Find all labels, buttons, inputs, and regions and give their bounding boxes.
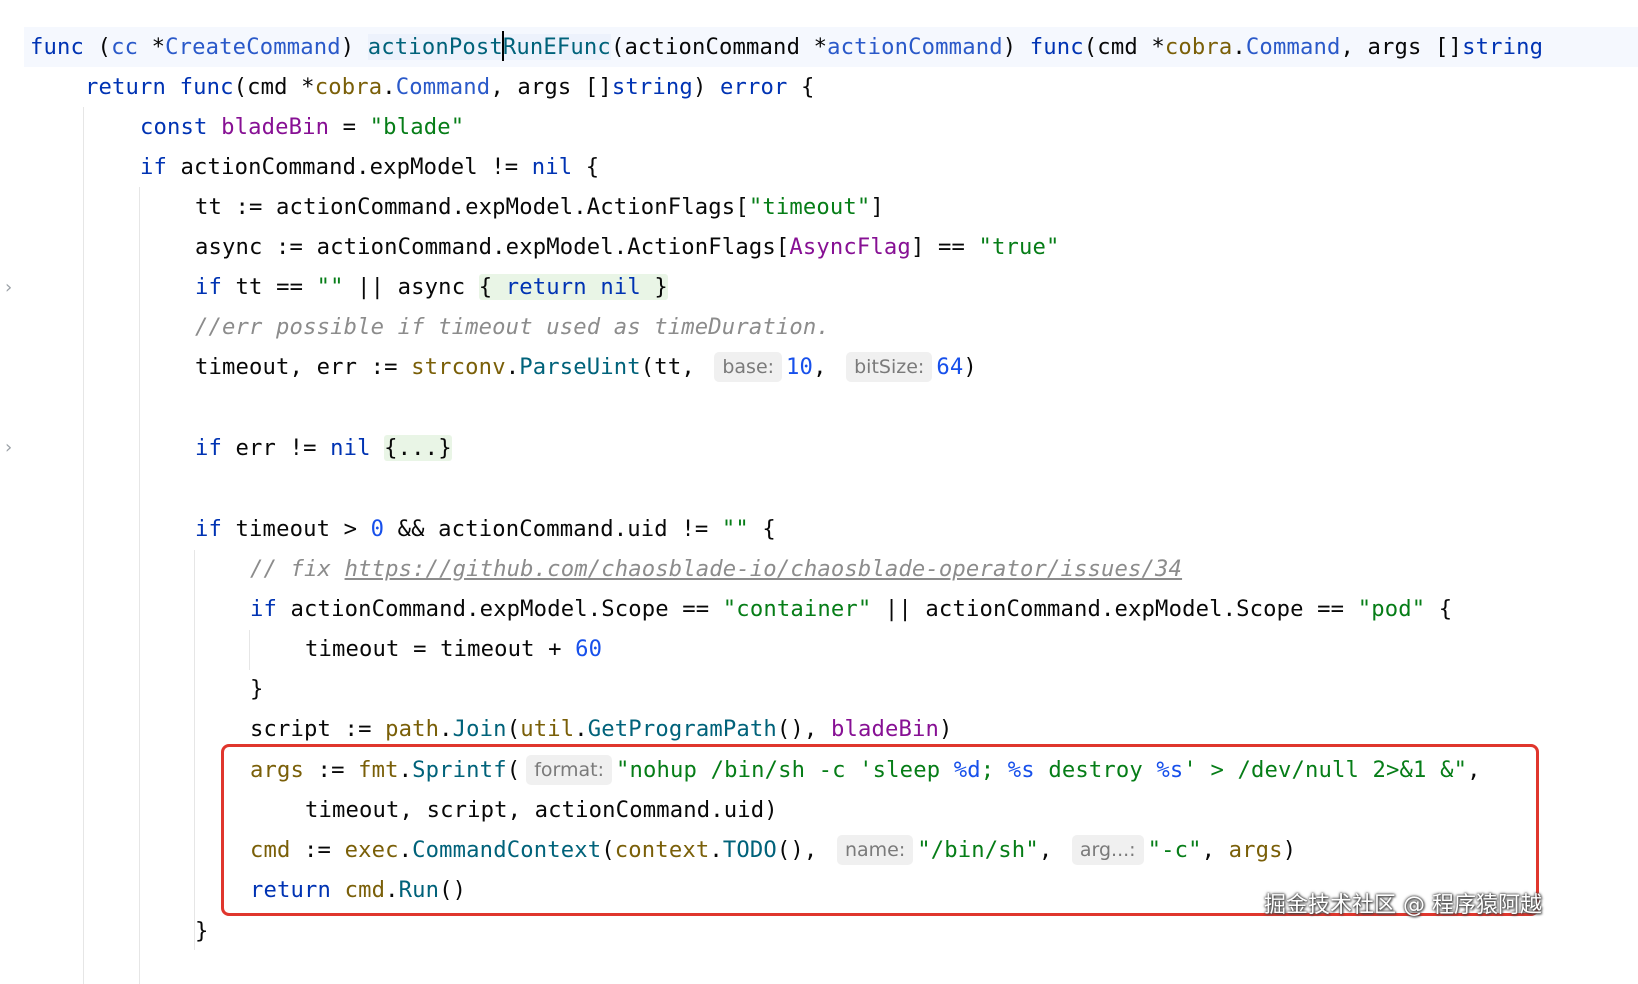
code-line-close-brace[interactable]: } [195,911,209,951]
fold-expand-icon[interactable]: › [5,278,12,298]
code-line-tt[interactable]: tt := actionCommand.expModel.ActionFlags… [195,187,884,227]
folded-block[interactable]: {...} [384,435,452,461]
code-line-fix-comment[interactable]: // fix https://github.com/chaosblade-io/… [250,549,1182,589]
code-line-if-scope[interactable]: if actionCommand.expModel.Scope == "cont… [250,589,1452,629]
code-line-parseuint[interactable]: timeout, err := strconv.ParseUint(tt, ba… [195,347,977,387]
code-line-const[interactable]: const bladeBin = "blade" [140,107,464,147]
code-line-func-signature[interactable]: func (cc *CreateCommand) actionPostRunEF… [30,27,1543,67]
indent-guide [139,187,140,984]
code-line-return-func[interactable]: return func(cmd *cobra.Command, args []s… [85,67,815,107]
indent-guide [83,107,84,984]
function-name[interactable]: actionPostRunEFunc [367,31,611,61]
code-line-script[interactable]: script := path.Join(util.GetProgramPath(… [250,709,953,749]
code-editor[interactable]: › › func (cc *CreateCommand) actionPostR… [0,0,1638,984]
code-line-comment[interactable]: //err possible if timeout used as timeDu… [195,307,830,347]
indent-guide [249,630,250,670]
fold-expand-icon[interactable]: › [5,438,12,458]
parameter-hint: base: [714,352,783,382]
folded-block[interactable]: { return nil } [478,274,668,300]
code-line-close-brace[interactable]: } [250,669,264,709]
parameter-hint: bitSize: [846,352,933,382]
watermark: 掘金技术社区 @ 程序猿阿越 [1264,893,1542,918]
indent-guide [194,550,195,950]
editor-gutter: › › [0,0,24,984]
issue-link[interactable]: https://github.com/chaosblade-io/chaosbl… [345,556,1183,582]
code-line-if-err[interactable]: if err != nil {...} [195,428,452,468]
code-line-if-timeout[interactable]: if timeout > 0 && actionCommand.uid != "… [195,509,776,549]
code-line-async[interactable]: async := actionCommand.expModel.ActionFl… [195,227,1060,267]
code-line-timeout-add[interactable]: timeout = timeout + 60 [305,629,602,669]
code-line-if-expmodel[interactable]: if actionCommand.expModel != nil { [140,147,599,187]
code-line-if-tt[interactable]: if tt == "" || async { return nil } [195,267,668,307]
